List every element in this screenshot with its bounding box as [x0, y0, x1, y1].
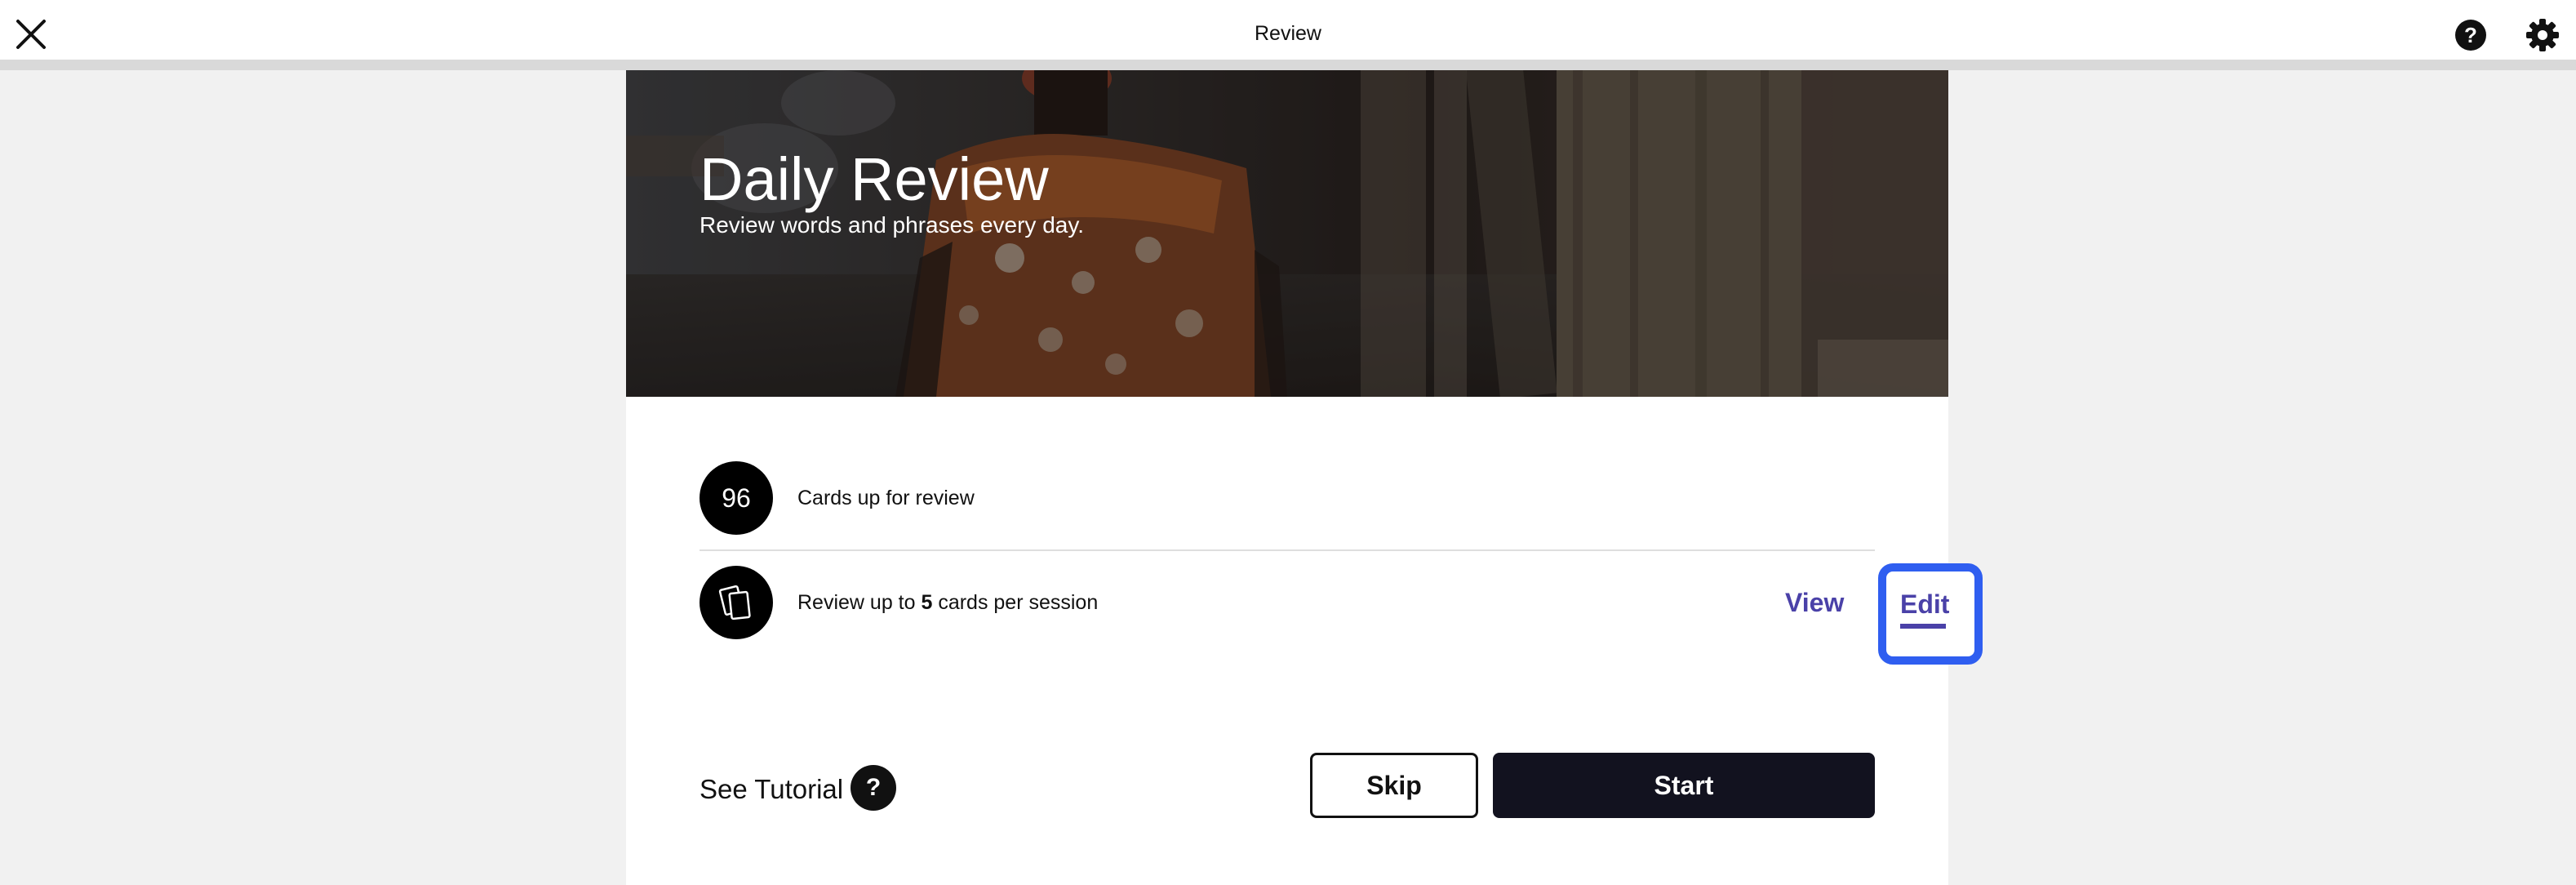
edit-underline	[1900, 624, 1946, 629]
see-tutorial-link[interactable]: See Tutorial ?	[700, 763, 912, 812]
hero-subtitle: Review words and phrases every day.	[700, 212, 1085, 238]
cards-due-count: 96	[700, 461, 773, 535]
view-button[interactable]: View	[1785, 586, 1844, 619]
help-button[interactable]: ?	[2455, 20, 2486, 51]
gear-icon	[2526, 19, 2559, 51]
cards-due-row: 96 Cards up for review	[700, 461, 1875, 535]
cards-icon-badge	[700, 566, 773, 639]
hero-banner: Daily Review Review words and phrases ev…	[626, 70, 1948, 397]
edit-button[interactable]: Edit	[1878, 563, 1983, 665]
hero-title: Daily Review	[700, 145, 1049, 213]
see-tutorial-label: See Tutorial	[700, 774, 844, 804]
session-card-count: 5	[921, 591, 933, 614]
session-text-before: Review up to	[797, 591, 922, 614]
row-divider	[700, 549, 1875, 551]
top-bar: Review ?	[0, 0, 2576, 70]
cards-due-label: Cards up for review	[797, 487, 975, 509]
edit-button-label: Edit	[1900, 589, 1950, 619]
session-size-text: Review up to 5 cards per session	[797, 589, 1098, 616]
start-button[interactable]: Start	[1493, 753, 1875, 818]
question-circle-icon: ?	[851, 765, 896, 811]
page-title: Review	[1255, 22, 1321, 45]
question-circle-icon: ?	[2464, 23, 2477, 47]
cards-icon	[718, 585, 751, 620]
review-card: Daily Review Review words and phrases ev…	[626, 70, 1983, 885]
session-size-row: Review up to 5 cards per session View Ed…	[700, 563, 1983, 665]
session-text-after: cards per session	[932, 591, 1099, 614]
settings-button[interactable]	[2525, 18, 2560, 52]
skip-button[interactable]: Skip	[1310, 753, 1478, 818]
